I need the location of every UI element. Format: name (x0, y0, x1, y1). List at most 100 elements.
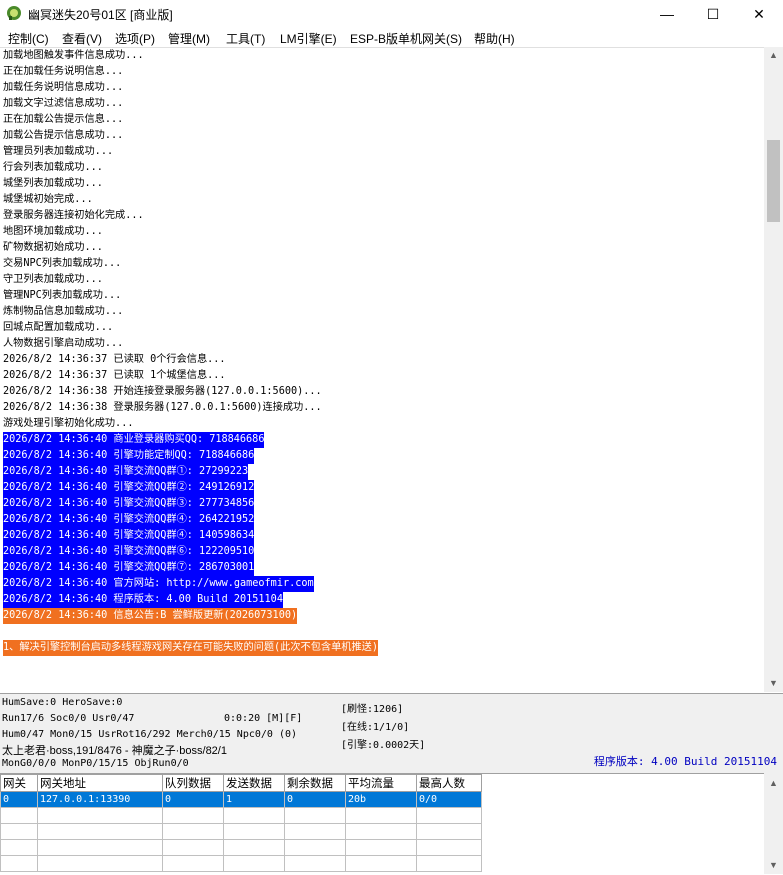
status-mon: MonG0/0/0 MonP0/15/15 ObjRun0/0 (2, 758, 189, 769)
menu-esp-gateway[interactable]: ESP-B版单机网关(S) (350, 30, 462, 47)
online-count: [在线:1/1/0] (341, 722, 410, 733)
table-cell (162, 839, 224, 856)
log-line: 登录服务器连接初始化完成... (3, 210, 144, 221)
table-cell (284, 855, 346, 872)
program-version: 程序版本: 4.00 Build 20151104 (593, 755, 777, 768)
column-header[interactable]: 剩余数据 (284, 774, 346, 792)
column-header[interactable]: 平均流量 (345, 774, 417, 792)
log-scrollbar[interactable]: ▲ ▼ (764, 47, 783, 692)
table-cell (0, 807, 38, 824)
log-line: 2026/8/2 14:36:40 引擎交流QQ群②: 249126912 (3, 480, 255, 496)
log-line: 加载公告提示信息成功... (3, 130, 124, 141)
gateway-grid: 网关 网关地址 队列数据 发送数据 剩余数据 平均流量 最高人数 0 127.0.0.1:13… (0, 773, 764, 875)
table-cell (345, 807, 417, 824)
menu-tools[interactable]: 工具(T) (226, 30, 265, 47)
log-line: 2026/8/2 14:36:40 引擎交流QQ群⑥: 122209510 (3, 544, 255, 560)
table-cell (416, 839, 482, 856)
table-cell (284, 823, 346, 840)
table-cell: 127.0.0.1:13390 (37, 791, 163, 808)
table-cell: 0 (162, 791, 224, 808)
table-cell: 0/0 (416, 791, 482, 808)
log-line: 正在加载任务说明信息... (3, 66, 124, 77)
gateway-table: 网关 网关地址 队列数据 发送数据 剩余数据 平均流量 最高人数 0 127.0.0.1:13… (0, 774, 482, 872)
status-run: Run17/6 Soc0/0 Usr0/47 (2, 713, 135, 724)
column-header[interactable]: 发送数据 (223, 774, 285, 792)
column-header[interactable]: 最高人数 (416, 774, 482, 792)
table-cell (37, 807, 163, 824)
table-cell (345, 839, 417, 856)
log-line: 2026/8/2 14:36:40 引擎交流QQ群④: 264221952 (3, 512, 255, 528)
scroll-up-icon[interactable]: ▲ (764, 47, 783, 64)
window-title: 幽冥迷失20号01区 [商业版] (28, 8, 173, 22)
column-header[interactable]: 队列数据 (162, 774, 224, 792)
table-cell (162, 855, 224, 872)
menu-lm-engine[interactable]: LM引擎(E) (280, 30, 337, 47)
log-line: 2026/8/2 14:36:37 已读取 1个城堡信息... (3, 370, 226, 381)
maximize-button[interactable]: ☐ (690, 0, 736, 28)
table-cell: 20b (345, 791, 417, 808)
log-textarea[interactable]: 加载地图触发事件信息成功... 正在加载任务说明信息... 加载任务说明信息成功..… (0, 47, 764, 693)
scroll-thumb[interactable] (767, 140, 780, 222)
log-line: 2026/8/2 14:36:38 登录服务器(127.0.0.1:5600)连… (3, 402, 322, 413)
table-cell (416, 855, 482, 872)
close-button[interactable]: ✕ (736, 0, 782, 28)
menu-manage[interactable]: 管理(M) (168, 30, 210, 47)
log-line: 管理NPC列表加载成功... (3, 290, 122, 301)
log-line: 管理员列表加载成功... (3, 146, 114, 157)
engine-days: [引擎:0.0002天] (341, 740, 426, 751)
log-line: 2026/8/2 14:36:40 程序版本: 4.00 Build 20151… (3, 592, 283, 608)
log-line: 守卫列表加载成功... (3, 274, 103, 285)
menu-bar: 控制(C) 查看(V) 选项(P) 管理(M) 工具(T) LM引擎(E) ES… (0, 28, 783, 47)
table-cell: 0 (0, 791, 38, 808)
log-line: 城堡城初始完成... (3, 194, 93, 205)
log-line: 正在加载公告提示信息... (3, 114, 124, 125)
log-line: 交易NPC列表加载成功... (3, 258, 122, 269)
log-line: 炼制物品信息加载成功... (3, 306, 124, 317)
column-header[interactable]: 网关地址 (37, 774, 163, 792)
log-line: 2026/8/2 14:36:40 信息公告:B 尝鲜版更新(202607310… (3, 608, 298, 624)
status-hum: Hum0/47 Mon0/15 UsrRot16/292 Merch0/15 N… (2, 729, 298, 740)
menu-options[interactable]: 选项(P) (115, 30, 155, 47)
table-cell (0, 823, 38, 840)
table-row[interactable]: 0 127.0.0.1:13390 0 1 0 20b 0/0 (0, 791, 482, 808)
menu-view[interactable]: 查看(V) (62, 30, 102, 47)
table-cell (284, 839, 346, 856)
log-line: 矿物数据初始成功... (3, 242, 103, 253)
log-line: 加载文字过滤信息成功... (3, 98, 124, 109)
menu-control[interactable]: 控制(C) (8, 30, 49, 47)
table-cell (162, 823, 224, 840)
log-line: 地图环境加载成功... (3, 226, 103, 237)
empty-row (0, 807, 482, 824)
table-cell (223, 839, 285, 856)
table-cell (37, 855, 163, 872)
status-panel: HumSave:0 HeroSave:0 Run17/6 Soc0/0 Usr0… (0, 693, 783, 774)
status-save: HumSave:0 HeroSave:0 (2, 697, 123, 708)
table-cell: 0 (284, 791, 346, 808)
table-cell (162, 807, 224, 824)
grid-scroll-up-icon[interactable]: ▲ (764, 775, 783, 792)
status-boss: 太上老君·boss,191/8476 - 神魔之子·boss/82/1 (2, 745, 227, 757)
scroll-down-icon[interactable]: ▼ (764, 675, 783, 692)
grid-scroll-down-icon[interactable]: ▼ (764, 857, 783, 874)
log-line: 人物数据引擎启动成功... (3, 338, 124, 349)
log-line: 2026/8/2 14:36:40 引擎交流QQ群④: 140598634 (3, 528, 255, 544)
log-line: 加载任务说明信息成功... (3, 82, 124, 93)
refresh-monster-count: [刷怪:1206] (341, 704, 404, 715)
table-cell (0, 855, 38, 872)
log-line: 2026/8/2 14:36:38 开始连接登录服务器(127.0.0.1:56… (3, 386, 322, 397)
log-line: 回城点配置加载成功... (3, 322, 114, 333)
log-line: 2026/8/2 14:36:40 官方网站: http://www.gameo… (3, 576, 314, 592)
log-line: 2026/8/2 14:36:40 引擎交流QQ群⑦: 286703001 (3, 560, 255, 576)
empty-row (0, 855, 482, 872)
log-line: 2026/8/2 14:36:40 商业登录器购买QQ: 718846686 (3, 432, 265, 448)
log-line: 1、解决引擎控制台启动多线程游戏网关存在可能失败的问题(此次不包含单机推送) (3, 640, 378, 656)
minimize-button[interactable]: — (644, 0, 690, 28)
app-icon (7, 6, 21, 20)
grid-scrollbar[interactable]: ▲ ▼ (764, 773, 783, 874)
log-line: 行会列表加载成功... (3, 162, 103, 173)
column-header[interactable]: 网关 (0, 774, 38, 792)
menu-help[interactable]: 帮助(H) (474, 30, 515, 47)
log-line: 2026/8/2 14:36:40 引擎交流QQ群①: 27299223 (3, 464, 249, 480)
table-cell (416, 807, 482, 824)
log-line: 游戏处理引擎初始化成功... (3, 418, 134, 429)
